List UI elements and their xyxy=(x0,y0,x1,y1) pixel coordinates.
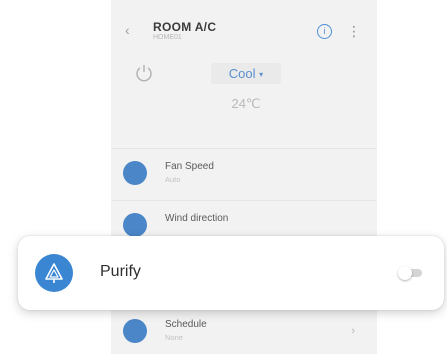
mode-label: Cool xyxy=(228,66,256,81)
fan-speed-title: Fan Speed xyxy=(165,161,214,172)
fan-speed-value: Auto xyxy=(165,175,181,184)
temperature-value: 24℃ xyxy=(231,96,261,111)
purify-toggle[interactable] xyxy=(398,266,424,280)
purify-icon xyxy=(35,254,73,292)
fan-speed-icon xyxy=(123,161,147,185)
chevron-right-icon: › xyxy=(351,325,355,337)
schedule-icon xyxy=(123,319,147,343)
back-arrow-icon[interactable]: ‹ xyxy=(125,22,130,38)
info-icon[interactable]: i xyxy=(317,24,332,39)
device-title: ROOM A/C xyxy=(153,20,217,34)
device-subtitle: HOME01 xyxy=(153,34,182,41)
schedule-value: None xyxy=(165,333,183,342)
wind-direction-title: Wind direction xyxy=(165,213,229,224)
purify-card[interactable]: Purify xyxy=(18,236,444,310)
fan-speed-row[interactable]: Fan Speed Auto xyxy=(111,148,377,197)
schedule-title: Schedule xyxy=(165,319,207,330)
wind-direction-icon xyxy=(123,213,147,237)
more-menu-icon[interactable]: ⋮ xyxy=(347,24,361,38)
caret-down-icon: ▾ xyxy=(259,70,264,80)
power-icon[interactable] xyxy=(133,62,155,84)
toggle-knob xyxy=(398,266,412,280)
app-header: ‹ ROOM A/C HOME01 i ⋮ xyxy=(111,0,377,48)
mode-selector[interactable]: Cool ▾ xyxy=(211,63,281,84)
purify-label: Purify xyxy=(100,263,141,280)
schedule-row[interactable]: Schedule None › xyxy=(111,306,377,354)
